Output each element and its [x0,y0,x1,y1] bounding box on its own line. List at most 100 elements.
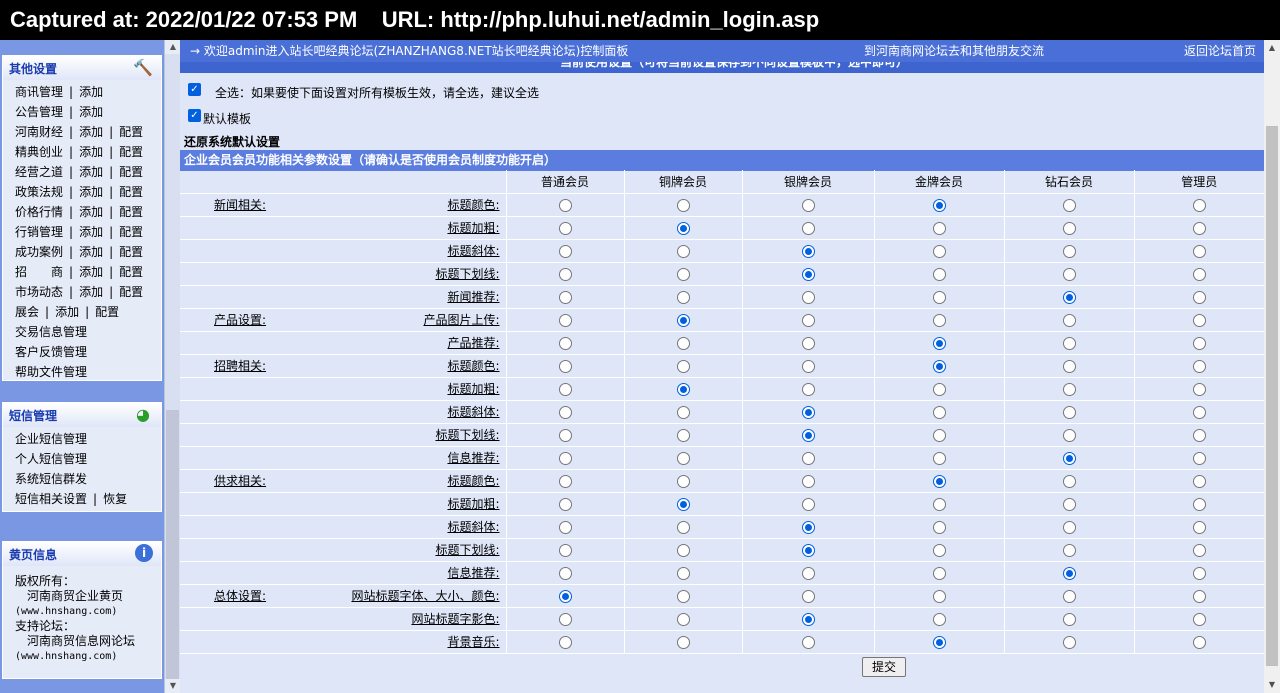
member-level-radio[interactable] [1192,405,1206,419]
member-level-radio[interactable] [676,313,690,327]
member-level-radio[interactable] [1062,221,1076,235]
member-level-radio[interactable] [932,244,946,258]
other_settings-link[interactable]: 价格行情 [15,202,63,222]
other_settings-config-link[interactable]: 配置 [119,202,143,222]
member-level-radio[interactable] [1062,428,1076,442]
member-level-radio[interactable] [676,221,690,235]
other_settings-config-link[interactable]: 配置 [119,242,143,262]
member-level-radio[interactable] [676,428,690,442]
member-level-radio[interactable] [801,612,815,626]
member-level-radio[interactable] [558,474,572,488]
other_settings-config-link[interactable]: 配置 [95,302,119,322]
sms-link[interactable]: 系统短信群发 [15,469,87,489]
member-level-radio[interactable] [932,336,946,350]
other_settings-add-link[interactable]: 添加 [79,182,103,202]
member-level-radio[interactable] [1062,405,1076,419]
member-level-radio[interactable] [801,313,815,327]
member-level-radio[interactable] [932,474,946,488]
forum-home-link[interactable]: 返回论坛首页 [1184,40,1256,62]
member-level-radio[interactable] [932,451,946,465]
other_settings-add-link[interactable]: 添加 [79,242,103,262]
member-level-radio[interactable] [1192,474,1206,488]
other_settings-link[interactable]: 展会 [15,302,39,322]
member-level-radio[interactable] [932,543,946,557]
member-level-radio[interactable] [1192,267,1206,281]
member-level-radio[interactable] [676,451,690,465]
member-level-radio[interactable] [1192,520,1206,534]
other_settings-link[interactable]: 公告管理 [15,102,63,122]
member-level-radio[interactable] [558,313,572,327]
sidebar-scroll-up-icon[interactable]: ▲ [165,40,181,54]
member-level-radio[interactable] [1062,198,1076,212]
member-level-radio[interactable] [1192,382,1206,396]
other_settings-add-link[interactable]: 添加 [79,222,103,242]
member-level-radio[interactable] [1192,566,1206,580]
member-level-radio[interactable] [1192,244,1206,258]
member-level-radio[interactable] [676,405,690,419]
member-level-radio[interactable] [1192,198,1206,212]
member-level-radio[interactable] [1062,313,1076,327]
member-level-radio[interactable] [1192,336,1206,350]
other_settings-link[interactable]: 市场动态 [15,282,63,302]
other_settings-add-link[interactable]: 添加 [55,302,79,322]
member-level-radio[interactable] [676,359,690,373]
member-level-radio[interactable] [801,221,815,235]
sms-link[interactable]: 短信相关设置 [15,489,87,509]
sms-link[interactable]: 企业短信管理 [15,429,87,449]
member-level-radio[interactable] [1192,290,1206,304]
member-level-radio[interactable] [1062,474,1076,488]
sms-add-link[interactable]: 恢复 [103,489,127,509]
member-level-radio[interactable] [558,497,572,511]
member-level-radio[interactable] [676,612,690,626]
other_settings-link[interactable]: 交易信息管理 [15,322,87,342]
member-level-radio[interactable] [801,428,815,442]
member-level-radio[interactable] [801,635,815,649]
member-level-radio[interactable] [1062,359,1076,373]
member-level-radio[interactable] [558,428,572,442]
other_settings-link[interactable]: 商讯管理 [15,82,63,102]
other_settings-add-link[interactable]: 添加 [79,282,103,302]
member-level-radio[interactable] [801,451,815,465]
restore-defaults-link[interactable]: 还原系统默认设置 [184,133,280,150]
member-level-radio[interactable] [932,221,946,235]
member-level-radio[interactable] [932,382,946,396]
main-scroll-down-icon[interactable]: ▼ [1264,677,1280,693]
other_settings-link[interactable]: 河南财经 [15,122,63,142]
member-level-radio[interactable] [801,589,815,603]
sidebar-scrollbar[interactable]: ▲ ▼ [164,40,181,693]
member-level-radio[interactable] [1062,290,1076,304]
other_settings-config-link[interactable]: 配置 [119,222,143,242]
member-level-radio[interactable] [558,635,572,649]
main-scroll-up-icon[interactable]: ▲ [1264,40,1280,56]
sidebar-scroll-thumb[interactable] [166,410,179,680]
other_settings-link[interactable]: 成功案例 [15,242,63,262]
member-level-radio[interactable] [932,313,946,327]
member-level-radio[interactable] [558,566,572,580]
member-level-radio[interactable] [932,359,946,373]
member-level-radio[interactable] [801,543,815,557]
member-level-radio[interactable] [1062,635,1076,649]
member-level-radio[interactable] [676,267,690,281]
member-level-radio[interactable] [1062,520,1076,534]
member-level-radio[interactable] [801,497,815,511]
other_settings-add-link[interactable]: 添加 [79,142,103,162]
other_settings-link[interactable]: 精典创业 [15,142,63,162]
member-level-radio[interactable] [1062,244,1076,258]
other_settings-add-link[interactable]: 添加 [79,262,103,282]
member-level-radio[interactable] [1062,612,1076,626]
other_settings-link[interactable]: 帮助文件管理 [15,362,87,382]
select-all-checkbox[interactable]: ✓ [188,83,201,96]
other_settings-config-link[interactable]: 配置 [119,282,143,302]
member-level-radio[interactable] [932,589,946,603]
other_settings-add-link[interactable]: 添加 [79,82,103,102]
member-level-radio[interactable] [1192,635,1206,649]
member-level-radio[interactable] [1062,382,1076,396]
member-level-radio[interactable] [1192,221,1206,235]
other_settings-link[interactable]: 经营之道 [15,162,63,182]
member-level-radio[interactable] [1192,589,1206,603]
member-level-radio[interactable] [801,244,815,258]
member-level-radio[interactable] [558,221,572,235]
member-level-radio[interactable] [932,405,946,419]
member-level-radio[interactable] [558,198,572,212]
member-level-radio[interactable] [801,474,815,488]
